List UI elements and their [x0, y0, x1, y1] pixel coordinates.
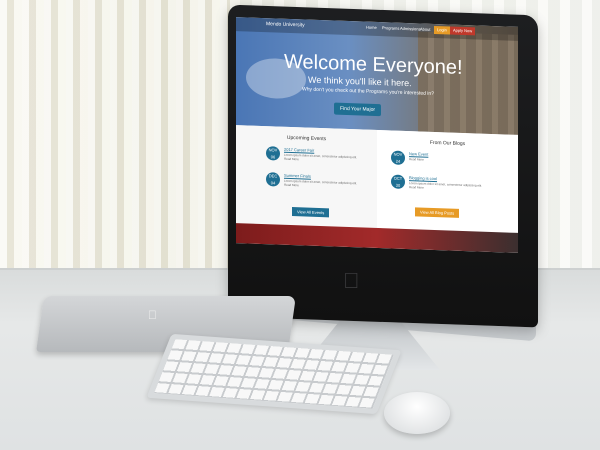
- events-column: Upcoming Events NOV 06 2017 Career Fair L…: [236, 125, 377, 228]
- blog-title[interactable]: New Event: [409, 151, 428, 157]
- event-date-badge: DEC 04: [266, 172, 280, 187]
- event-date-badge: NOV 06: [266, 146, 280, 161]
- blog-item[interactable]: NOV 24 New Event Read More: [391, 150, 491, 173]
- site-brand[interactable]: Mendo University: [266, 21, 305, 28]
- event-title[interactable]: Summer Finals: [284, 173, 311, 179]
- curtain-left: [0, 0, 230, 300]
- blog-text: Read More: [409, 157, 424, 162]
- blogs-heading: From Our Blogs: [429, 139, 466, 148]
- blog-text: Lorem ipsum dolor sit amet, consectetur …: [409, 181, 483, 190]
- nav-home[interactable]: Home: [366, 25, 377, 30]
- nav-login-button[interactable]: Login: [434, 25, 450, 35]
- blog-title[interactable]: Blogging is cool: [409, 175, 437, 181]
- event-item[interactable]: DEC 04 Summer Finals Lorem ipsum dolor si…: [266, 172, 366, 195]
- blog-date-badge: OCT 30: [391, 174, 405, 189]
- events-heading: Upcoming Events: [286, 134, 327, 143]
- blogs-column: From Our Blogs NOV 24 New Event Read More…: [377, 130, 518, 233]
- blog-item[interactable]: OCT 30 Blogging is cool Lorem ipsum dolor…: [391, 174, 491, 197]
- nav-programs[interactable]: Programs: [382, 25, 399, 31]
- apple-logo-icon: : [343, 268, 361, 293]
- event-text: Lorem ipsum dolor sit amet, consectetur …: [284, 152, 358, 162]
- photo-scene:  Mendo University Home Programs Admissi…: [0, 0, 600, 450]
- hero-banner: Mendo University Home Programs Admission…: [236, 17, 518, 135]
- building-image: [418, 31, 518, 135]
- event-text: Lorem ipsum dolor sit amet, consectetur …: [284, 178, 358, 188]
- event-item[interactable]: NOV 06 2017 Career Fair Lorem ipsum dolor…: [266, 146, 366, 169]
- find-major-button[interactable]: Find Your Major: [334, 102, 382, 117]
- view-all-blog-posts-button[interactable]: View All Blog Posts: [415, 207, 460, 218]
- apple-logo-icon: : [148, 308, 157, 322]
- nav-apply-button[interactable]: Apply Now: [450, 26, 476, 36]
- imac-screen: Mendo University Home Programs Admission…: [236, 17, 518, 253]
- keyboard-keys: [154, 339, 394, 409]
- view-all-events-button[interactable]: View All Events: [292, 207, 330, 218]
- nav-admissions[interactable]: Admissions: [400, 26, 420, 32]
- event-title[interactable]: 2017 Career Fair: [284, 147, 314, 153]
- nav-about[interactable]: About: [420, 27, 430, 32]
- blog-date-badge: NOV 24: [391, 150, 405, 165]
- magic-mouse: [384, 392, 450, 434]
- hero-text: Why don't you check out the Programs you…: [302, 86, 434, 97]
